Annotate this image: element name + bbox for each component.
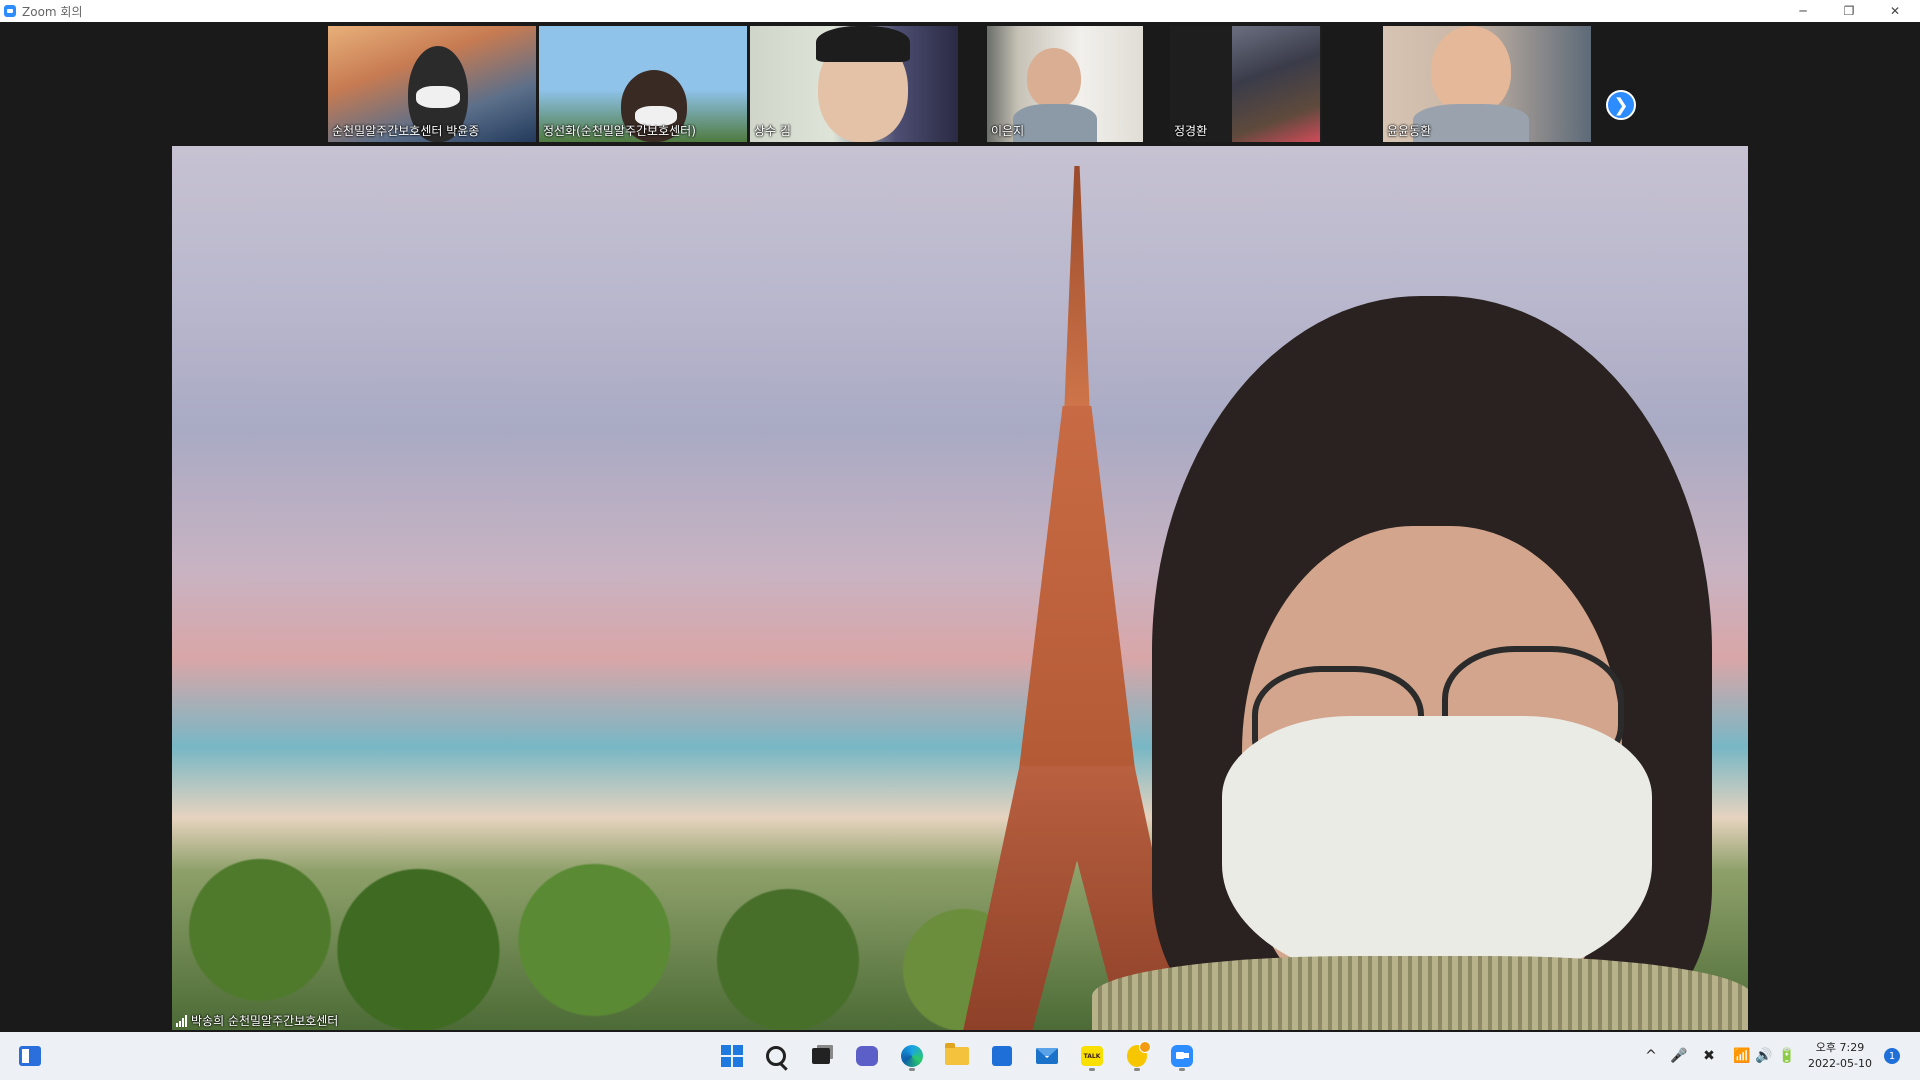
wifi-icon: 📶 bbox=[1733, 1048, 1751, 1064]
face-mask bbox=[1222, 716, 1652, 986]
participant-video bbox=[1431, 26, 1511, 114]
mail-icon bbox=[1036, 1048, 1058, 1064]
folder-icon bbox=[945, 1043, 969, 1065]
chat-icon bbox=[856, 1046, 878, 1066]
start-button[interactable] bbox=[716, 1040, 748, 1072]
chat-button[interactable] bbox=[851, 1040, 883, 1072]
participant-shirt bbox=[1013, 104, 1097, 142]
participant-hair bbox=[816, 26, 910, 62]
task-view-icon bbox=[812, 1048, 830, 1064]
participant-tile[interactable]: 이은지 bbox=[987, 26, 1143, 142]
edge-icon bbox=[901, 1045, 923, 1067]
participant-name: 정선화(순천밀알주간보호센터) bbox=[543, 124, 696, 138]
microphone-icon: 🎤 bbox=[1670, 1048, 1688, 1064]
zoom-icon bbox=[1171, 1045, 1193, 1067]
show-hidden-icons-button[interactable]: ^ bbox=[1640, 1032, 1662, 1080]
participant-strip: 순천밀알주간보호센터 박윤종 정선화(순천밀알주간보호센터) 상수 김 이은지 … bbox=[0, 22, 1920, 144]
windows-logo-icon bbox=[721, 1045, 743, 1067]
widgets-button[interactable] bbox=[14, 1040, 46, 1072]
kakaotalk-button[interactable]: TALK bbox=[1076, 1040, 1108, 1072]
kakaostory-icon bbox=[1127, 1041, 1151, 1067]
edge-button[interactable] bbox=[896, 1040, 928, 1072]
participant-tile[interactable]: 정선화(순천밀알주간보호센터) bbox=[539, 26, 747, 142]
store-button[interactable] bbox=[986, 1040, 1018, 1072]
chevron-right-icon: ❯ bbox=[1613, 94, 1629, 116]
clock-time: 오후 7:29 bbox=[1815, 1041, 1865, 1054]
microphone-tray-button[interactable]: 🎤 bbox=[1668, 1032, 1690, 1080]
participant-name: 윤윤동환 bbox=[1387, 124, 1432, 138]
active-speaker-video[interactable] bbox=[172, 146, 1748, 1030]
volume-button[interactable]: 🔊 bbox=[1754, 1032, 1774, 1080]
active-speaker-label: 박송희 순천밀알주간보호센터 bbox=[176, 1012, 338, 1029]
chevron-up-icon: ^ bbox=[1645, 1048, 1657, 1064]
participant-video bbox=[1232, 26, 1320, 142]
tray-app-button[interactable]: ✖ bbox=[1698, 1032, 1720, 1080]
zoom-button[interactable] bbox=[1166, 1040, 1198, 1072]
kakaostory-button[interactable] bbox=[1121, 1040, 1153, 1072]
face-mask bbox=[416, 86, 460, 108]
minimize-icon: ─ bbox=[1799, 4, 1807, 18]
search-icon bbox=[766, 1046, 786, 1066]
battery-icon: 🔋 bbox=[1778, 1048, 1796, 1064]
battery-button[interactable]: 🔋 bbox=[1776, 1032, 1798, 1080]
search-button[interactable] bbox=[760, 1040, 792, 1072]
next-page-button[interactable]: ❯ bbox=[1606, 90, 1636, 120]
close-circle-icon: ✖ bbox=[1703, 1048, 1715, 1064]
speaker-figure bbox=[1092, 296, 1748, 1030]
participant-name: 정경환 bbox=[1174, 124, 1208, 138]
kakaotalk-icon: TALK bbox=[1081, 1046, 1103, 1066]
minimize-button[interactable]: ─ bbox=[1780, 0, 1826, 22]
close-icon: ✕ bbox=[1889, 4, 1901, 18]
task-view-button[interactable] bbox=[805, 1040, 837, 1072]
participant-name: 순천밀알주간보호센터 박윤종 bbox=[332, 124, 480, 138]
participant-video bbox=[1027, 48, 1081, 108]
notification-badge[interactable]: 1 bbox=[1884, 1048, 1900, 1064]
taskbar: TALK ^ 🎤 ✖ 📶 🔊 🔋 오후 7:29 2022-05-10 1 bbox=[0, 1032, 1920, 1080]
participant-tile[interactable]: 순천밀알주간보호센터 박윤종 bbox=[328, 26, 536, 142]
restore-icon: ❐ bbox=[1843, 4, 1855, 18]
zoom-app-icon bbox=[4, 5, 16, 17]
maximize-button[interactable]: ❐ bbox=[1826, 0, 1872, 22]
participant-name: 상수 김 bbox=[754, 124, 791, 138]
participant-tile[interactable]: 상수 김 bbox=[750, 26, 958, 142]
clock-date: 2022-05-10 bbox=[1808, 1057, 1872, 1070]
title-bar: Zoom 회의 ─ ❐ ✕ bbox=[0, 0, 1920, 22]
store-icon bbox=[992, 1046, 1012, 1066]
volume-icon: 🔊 bbox=[1755, 1048, 1773, 1064]
window-title: Zoom 회의 bbox=[22, 4, 83, 19]
active-speaker-name: 박송희 순천밀알주간보호센터 bbox=[191, 1014, 339, 1028]
signal-strength-icon bbox=[176, 1014, 187, 1027]
participant-tile[interactable]: 윤윤동환 bbox=[1383, 26, 1591, 142]
file-explorer-button[interactable] bbox=[941, 1040, 973, 1072]
participant-name: 이은지 bbox=[991, 124, 1025, 138]
participant-tile[interactable]: 정경환 bbox=[1170, 26, 1322, 142]
wifi-button[interactable]: 📶 bbox=[1732, 1032, 1752, 1080]
mail-button[interactable] bbox=[1031, 1040, 1063, 1072]
clock[interactable]: 오후 7:29 2022-05-10 bbox=[1808, 1040, 1872, 1072]
background-trees bbox=[172, 830, 1052, 1030]
close-button[interactable]: ✕ bbox=[1872, 0, 1918, 22]
widgets-icon bbox=[19, 1046, 41, 1066]
